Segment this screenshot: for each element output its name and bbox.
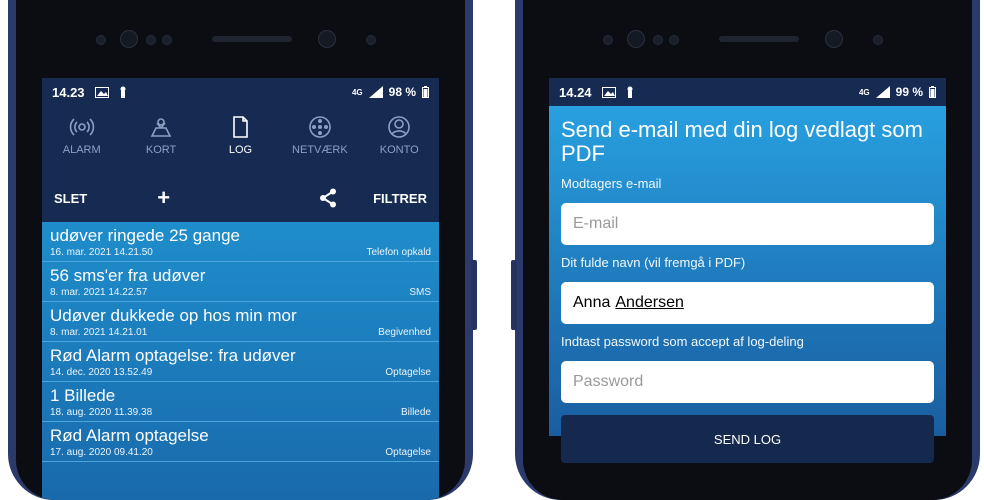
tab-kort-label: KORT	[145, 144, 177, 156]
tab-netvaerk[interactable]: NETVÆRK	[285, 114, 355, 156]
earpiece-speaker	[719, 36, 799, 42]
status-bar: 14.23 4G 98 %	[42, 78, 439, 106]
page-title: Send e-mail med din log vedlagt som PDF	[561, 117, 923, 166]
app-screen: 14.24 4G 99 % Send e-mail med din log ve…	[549, 78, 946, 500]
password-placeholder: Password	[573, 373, 644, 390]
email-field[interactable]: E-mail	[561, 203, 934, 245]
sensor-dot	[162, 35, 172, 45]
network-type: 4G	[351, 87, 363, 97]
signal-icon	[368, 86, 383, 98]
sensor-dot	[669, 35, 679, 45]
tab-konto-label: KONTO	[379, 144, 419, 156]
log-item-date: 17. aug. 2020 09.41.20	[50, 447, 153, 458]
front-camera-icon	[627, 30, 645, 48]
network-type: 4G	[858, 87, 870, 97]
front-camera-icon	[318, 30, 336, 48]
gallery-notification-icon	[601, 86, 616, 98]
person-notification-icon	[120, 86, 126, 98]
list-item[interactable]: Udøver dukkede op hos min mor 8. mar. 20…	[42, 302, 439, 342]
app-screen: 14.23 4G 98 % ALARM KORT LOG NETVÆRK KON…	[42, 78, 439, 500]
log-item-date: 8. mar. 2021 14.21.01	[50, 327, 148, 338]
list-item[interactable]: Rød Alarm optagelse 17. aug. 2020 09.41.…	[42, 422, 439, 462]
list-item[interactable]: Rød Alarm optagelse: fra udøver 14. dec.…	[42, 342, 439, 382]
share-icon[interactable]	[319, 188, 337, 208]
camera-row	[16, 26, 465, 52]
sensor-dot	[603, 35, 613, 45]
map-icon	[150, 118, 172, 137]
log-item-title: 56 sms'er fra udøver	[50, 266, 206, 285]
right-phone-frame: 14.24 4G 99 % Send e-mail med din log ve…	[511, 0, 980, 500]
password-field[interactable]: Password	[561, 361, 934, 403]
front-camera-icon	[825, 30, 843, 48]
battery-icon	[422, 86, 429, 98]
sensor-dot	[653, 35, 663, 45]
list-item[interactable]: udøver ringede 25 gange 16. mar. 2021 14…	[42, 222, 439, 262]
sensor-dot	[146, 35, 156, 45]
battery-icon	[929, 86, 936, 98]
add-button[interactable]: +	[157, 185, 170, 211]
tab-alarm[interactable]: ALARM	[47, 114, 117, 156]
earpiece-speaker	[212, 36, 292, 42]
network-icon	[309, 116, 331, 138]
log-item-date: 8. mar. 2021 14.22.57	[50, 287, 148, 298]
signal-icon	[875, 86, 890, 98]
log-item-date: 18. aug. 2020 11.39.38	[50, 407, 153, 418]
person-notification-icon	[627, 86, 633, 98]
email-placeholder: E-mail	[573, 215, 619, 232]
log-item-title: 1 Billede	[50, 386, 116, 405]
document-icon	[233, 116, 249, 138]
status-time: 14.24	[559, 84, 592, 100]
sensor-dot	[96, 35, 106, 45]
list-item[interactable]: 1 Billede 18. aug. 2020 11.39.38 Billede	[42, 382, 439, 422]
log-item-title: Udøver dukkede op hos min mor	[50, 306, 297, 325]
side-button	[471, 260, 477, 330]
log-item-title: udøver ringede 25 gange	[50, 226, 240, 245]
send-log-button[interactable]: SEND LOG	[561, 415, 934, 463]
log-item-type: Begivenhed	[378, 327, 431, 338]
left-phone-frame: 14.23 4G 98 % ALARM KORT LOG NETVÆRK KON…	[8, 0, 477, 500]
log-item-type: SMS	[409, 287, 431, 298]
front-camera-icon	[120, 30, 138, 48]
tab-log[interactable]: LOG	[205, 114, 275, 156]
log-item-type: Optagelse	[385, 447, 431, 458]
tab-konto[interactable]: KONTO	[364, 114, 434, 156]
status-time: 14.23	[52, 84, 85, 100]
camera-row	[523, 26, 972, 52]
sensor-dot	[873, 35, 883, 45]
name-label: Dit fulde navn (vil fremgå i PDF)	[561, 255, 746, 270]
tab-kort[interactable]: KORT	[126, 114, 196, 156]
password-label: Indtast password som accept af log-delin…	[561, 334, 804, 349]
tab-alarm-label: ALARM	[62, 144, 101, 156]
send-log-form: Send e-mail med din log vedlagt som PDF …	[549, 106, 946, 463]
gallery-notification-icon	[94, 86, 109, 98]
full-name-field[interactable]: Anna Andersen	[561, 282, 934, 324]
log-item-date: 14. dec. 2020 13.52.49	[50, 367, 153, 378]
battery-percent: 98 %	[388, 85, 416, 99]
phone-screen-bezel: 14.24 4G 99 % Send e-mail med din log ve…	[523, 0, 972, 500]
name-last: Andersen	[615, 294, 684, 311]
log-item-date: 16. mar. 2021 14.21.50	[50, 247, 153, 258]
battery-percent: 99 %	[895, 85, 923, 99]
status-bar: 14.24 4G 99 %	[549, 78, 946, 106]
side-button	[511, 260, 517, 330]
list-item[interactable]: 56 sms'er fra udøver 8. mar. 2021 14.22.…	[42, 262, 439, 302]
sensor-dot	[366, 35, 376, 45]
tab-netvaerk-label: NETVÆRK	[292, 144, 348, 156]
email-label: Modtagers e-mail	[561, 176, 662, 191]
bottom-nav-tabs: ALARM KORT LOG NETVÆRK KONTO	[42, 106, 439, 174]
tab-log-label: LOG	[228, 144, 253, 156]
log-item-type: Billede	[400, 407, 431, 418]
account-icon	[388, 116, 411, 138]
log-list: udøver ringede 25 gange 16. mar. 2021 14…	[42, 222, 439, 500]
name-first: Anna	[573, 294, 611, 311]
phone-screen-bezel: 14.23 4G 98 % ALARM KORT LOG NETVÆRK KON…	[16, 0, 465, 500]
alarm-broadcast-icon	[69, 118, 94, 136]
log-item-title: Rød Alarm optagelse: fra udøver	[50, 346, 296, 365]
log-item-type: Optagelse	[385, 367, 431, 378]
log-toolbar: SLET + FILTRER	[42, 174, 439, 222]
filter-button[interactable]: FILTRER	[373, 191, 427, 206]
delete-button[interactable]: SLET	[54, 191, 87, 206]
log-item-title: Rød Alarm optagelse	[50, 426, 209, 445]
log-item-type: Telefon opkald	[366, 247, 432, 258]
